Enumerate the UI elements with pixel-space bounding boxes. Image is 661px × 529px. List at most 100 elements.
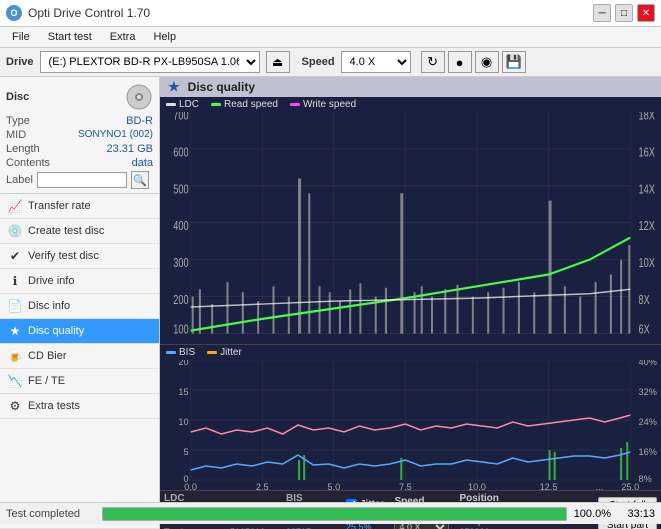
disc-contents-value: data [132,157,153,169]
menu-bar: File Start test Extra Help [0,27,661,48]
sidebar-item-transfer-rate[interactable]: 📈 Transfer rate [0,194,159,219]
extra-tests-label: Extra tests [28,400,80,412]
drive-info-label: Drive info [28,275,74,287]
svg-text:12.5: 12.5 [540,482,558,490]
close-button[interactable]: ✕ [637,4,655,22]
cd-bier-icon: 🍺 [8,349,22,363]
disc-label-input[interactable] [37,172,127,188]
menu-start-test[interactable]: Start test [40,29,100,45]
bis-legend-label: BIS [179,347,195,358]
svg-text:14X: 14X [639,183,656,197]
write-speed-legend-dot [290,103,300,106]
disc-label-row: Label 🔍 [6,171,153,189]
sidebar-item-create-test-disc[interactable]: 💿 Create test disc [0,219,159,244]
sidebar-item-disc-quality[interactable]: ★ Disc quality [0,319,159,344]
svg-text:5: 5 [184,447,189,457]
app-title: Opti Drive Control 1.70 [28,6,150,20]
progress-bar [102,507,567,521]
svg-text:200: 200 [173,294,188,308]
disc-mid-label: MID [6,129,26,141]
svg-text:18X: 18X [639,112,656,123]
svg-text:12X: 12X [639,220,656,234]
top-chart-svg: 700 600 500 400 300 200 100 18X 16X 14X … [160,112,661,341]
svg-text:20: 20 [178,360,188,367]
ldc-legend-dot [166,103,176,106]
legend-jitter: Jitter [207,347,242,358]
legend-read-speed: Read speed [211,99,278,110]
verify-test-disc-icon: ✔ [8,249,22,263]
record-button[interactable]: ● [448,51,472,73]
svg-text:24%: 24% [639,417,657,427]
minimize-button[interactable]: ─ [593,4,611,22]
drive-icon-buttons: ↻ ● ◉ 💾 [421,51,526,73]
fe-te-label: FE / TE [28,375,65,387]
menu-help[interactable]: Help [145,29,184,45]
svg-text:2.5: 2.5 [256,482,269,490]
jitter-legend-dot [207,351,217,354]
sidebar-item-disc-info[interactable]: 📄 Disc info [0,294,159,319]
write-speed-legend-label: Write speed [303,99,356,110]
legend-bis: BIS [166,347,195,358]
sidebar-item-extra-tests[interactable]: ⚙ Extra tests [0,394,159,419]
read-speed-legend-dot [211,103,221,106]
disc-length-label: Length [6,143,40,155]
disc-contents-row: Contents data [6,157,153,169]
drive-bar: Drive (E:) PLEXTOR BD-R PX-LB950SA 1.06 … [0,48,661,77]
svg-text:16%: 16% [639,447,657,457]
sidebar-item-drive-info[interactable]: ℹ Drive info [0,269,159,294]
progress-area: Test completed 100.0% 33:13 [0,502,661,524]
transfer-rate-icon: 📈 [8,199,22,213]
bottom-chart-svg: 20 15 10 5 0 40% 32% 24% 16% 8% 0.0 2.5 … [160,360,661,490]
jitter-legend-label: Jitter [220,347,242,358]
sidebar-item-cd-bier[interactable]: 🍺 CD Bier [0,344,159,369]
svg-text:400: 400 [173,220,188,234]
progress-bar-fill [103,508,566,520]
main-area: Disc Type BD-R MID SONYNO1 (002) Length … [0,77,661,529]
disc-type-label: Type [6,115,30,127]
extra-tests-icon: ⚙ [8,399,22,413]
bis-legend-dot [166,351,176,354]
sidebar-item-fe-te[interactable]: 📉 FE / TE [0,369,159,394]
menu-extra[interactable]: Extra [102,29,144,45]
drive-select[interactable]: (E:) PLEXTOR BD-R PX-LB950SA 1.06 [40,51,260,73]
title-bar: O Opti Drive Control 1.70 ─ □ ✕ [0,0,661,27]
disc-panel-header: Disc [6,83,153,111]
title-bar-controls: ─ □ ✕ [593,4,655,22]
optical-button[interactable]: ◉ [475,51,499,73]
title-bar-left: O Opti Drive Control 1.70 [6,5,150,21]
disc-length-row: Length 23.31 GB [6,143,153,155]
maximize-button[interactable]: □ [615,4,633,22]
cd-bier-label: CD Bier [28,350,67,362]
svg-text:700: 700 [173,112,188,123]
legend-write-speed: Write speed [290,99,356,110]
disc-mid-value: SONYNO1 (002) [78,129,153,141]
refresh-button[interactable]: ↻ [421,51,445,73]
create-test-disc-label: Create test disc [28,225,104,237]
disc-type-value: BD-R [126,115,153,127]
svg-text:8X: 8X [639,294,651,308]
speed-label: Speed [302,56,335,68]
sidebar-item-verify-test-disc[interactable]: ✔ Verify test disc [0,244,159,269]
disc-panel: Disc Type BD-R MID SONYNO1 (002) Length … [0,77,159,194]
disc-panel-icon [125,83,153,111]
svg-text:15: 15 [178,387,188,397]
content-area: ★ Disc quality LDC Read speed Write spee… [160,77,661,529]
verify-test-disc-label: Verify test disc [28,250,99,262]
progress-label: Test completed [6,508,96,520]
svg-text:8%: 8% [639,474,652,484]
disc-info-icon: 📄 [8,299,22,313]
disc-label-button[interactable]: 🔍 [131,171,149,189]
svg-text:10.0: 10.0 [468,482,486,490]
svg-text:100: 100 [173,323,188,337]
disc-panel-title: Disc [6,91,29,103]
menu-file[interactable]: File [4,29,38,45]
save-button[interactable]: 💾 [502,51,526,73]
disc-info-label: Disc info [28,300,70,312]
svg-text:...: ... [596,482,604,490]
svg-text:600: 600 [173,146,188,160]
eject-button[interactable]: ⏏ [266,51,290,73]
svg-text:10X: 10X [639,257,656,271]
speed-select[interactable]: 4.0 X [341,51,411,73]
fe-te-icon: 📉 [8,374,22,388]
drive-info-icon: ℹ [8,274,22,288]
